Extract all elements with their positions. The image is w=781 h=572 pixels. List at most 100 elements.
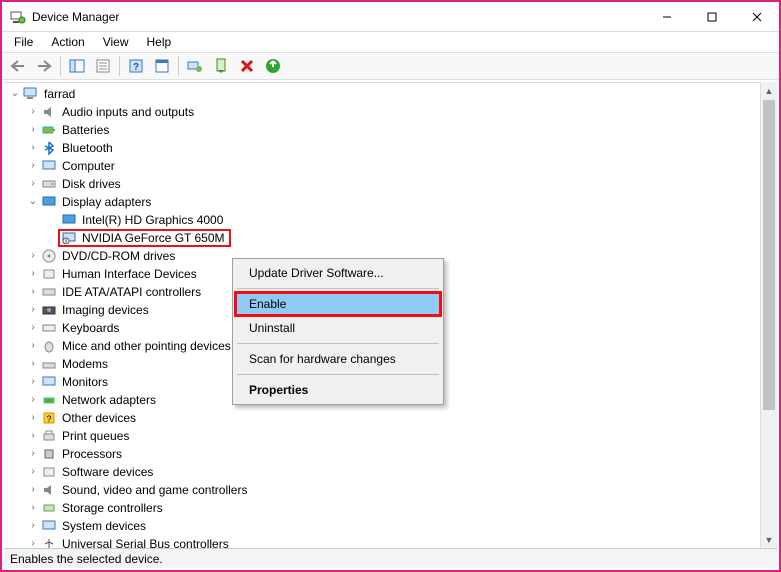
tree-item-other[interactable]: › ? Other devices [4, 409, 777, 427]
battery-icon [40, 122, 58, 138]
other-icon: ? [40, 410, 58, 426]
expand-icon[interactable]: › [26, 319, 40, 337]
computer-icon [40, 158, 58, 174]
cpu-icon [40, 446, 58, 462]
display-adapter-disabled-icon [60, 230, 78, 246]
network-icon [40, 392, 58, 408]
expand-icon[interactable]: › [26, 103, 40, 121]
tree-item-disk-drives[interactable]: › Disk drives [4, 175, 777, 193]
collapse-icon[interactable]: ⌄ [8, 85, 22, 103]
expand-icon[interactable]: › [26, 517, 40, 535]
context-menu: Update Driver Software... Enable Uninsta… [232, 258, 444, 405]
menu-file[interactable]: File [6, 33, 41, 51]
mouse-icon [40, 338, 58, 354]
tree-item-software[interactable]: › Software devices [4, 463, 777, 481]
scroll-down-button[interactable]: ▼ [761, 531, 777, 548]
tree-item-display-adapters[interactable]: ⌄ Display adapters [4, 193, 777, 211]
help-button[interactable]: ? [124, 54, 148, 78]
update-driver-button[interactable] [183, 54, 207, 78]
expand-icon[interactable]: › [26, 445, 40, 463]
menu-view[interactable]: View [95, 33, 137, 51]
scroll-thumb[interactable] [763, 100, 775, 410]
menu-action[interactable]: Action [43, 33, 92, 51]
properties-button[interactable] [91, 54, 115, 78]
window-title: Device Manager [32, 10, 644, 24]
maximize-button[interactable] [689, 2, 734, 31]
vertical-scrollbar[interactable]: ▲ ▼ [760, 82, 777, 548]
svg-text:?: ? [46, 414, 51, 424]
scroll-up-button[interactable]: ▲ [761, 82, 777, 99]
minimize-button[interactable] [644, 2, 689, 31]
titlebar: Device Manager [2, 2, 779, 32]
modem-icon [40, 356, 58, 372]
forward-button[interactable] [32, 54, 56, 78]
ctx-scan[interactable]: Scan for hardware changes [235, 347, 441, 371]
show-hide-tree-button[interactable] [65, 54, 89, 78]
tree-item-bluetooth[interactable]: › Bluetooth [4, 139, 777, 157]
imaging-icon [40, 302, 58, 318]
toolbar: ? [2, 52, 779, 80]
expand-icon[interactable]: › [26, 283, 40, 301]
expand-icon[interactable]: › [26, 301, 40, 319]
menu-help[interactable]: Help [139, 33, 180, 51]
ide-icon [40, 284, 58, 300]
expand-icon[interactable]: › [26, 481, 40, 499]
printer-icon [40, 428, 58, 444]
selected-device-highlight: NVIDIA GeForce GT 650M [58, 229, 231, 247]
tree-item-batteries[interactable]: › Batteries [4, 121, 777, 139]
tree-item-computer[interactable]: › Computer [4, 157, 777, 175]
tree-item-processors[interactable]: › Processors [4, 445, 777, 463]
expand-icon[interactable]: › [26, 427, 40, 445]
expand-icon[interactable]: › [26, 535, 40, 548]
tree-item-usb[interactable]: › Universal Serial Bus controllers [4, 535, 777, 548]
disk-icon [40, 176, 58, 192]
computer-icon [22, 86, 40, 102]
audio-icon [40, 104, 58, 120]
expand-icon[interactable]: › [26, 373, 40, 391]
svg-text:?: ? [133, 62, 139, 73]
display-adapter-icon [40, 194, 58, 210]
expand-icon[interactable]: › [26, 391, 40, 409]
tree-root[interactable]: ⌄ farrad [4, 85, 777, 103]
ctx-enable[interactable]: Enable [235, 292, 441, 316]
expand-icon[interactable]: › [26, 121, 40, 139]
uninstall-button[interactable] [235, 54, 259, 78]
close-button[interactable] [734, 2, 779, 31]
tree-item-nvidia[interactable]: › NVIDIA GeForce GT 650M [4, 229, 777, 247]
expand-icon[interactable]: › [26, 157, 40, 175]
tree-item-sound[interactable]: › Sound, video and game controllers [4, 481, 777, 499]
expand-icon[interactable]: › [26, 463, 40, 481]
expand-icon[interactable]: › [26, 265, 40, 283]
expand-icon[interactable]: › [26, 355, 40, 373]
back-button[interactable] [6, 54, 30, 78]
expand-icon[interactable]: › [26, 247, 40, 265]
root-label: farrad [42, 85, 77, 103]
storage-icon [40, 500, 58, 516]
tree-item-system[interactable]: › System devices [4, 517, 777, 535]
scan-hardware-button[interactable] [261, 54, 285, 78]
bluetooth-icon [40, 140, 58, 156]
hid-icon [40, 266, 58, 282]
tree-item-print-queues[interactable]: › Print queues [4, 427, 777, 445]
expand-icon[interactable]: › [26, 499, 40, 517]
expand-icon[interactable]: › [26, 139, 40, 157]
ctx-properties[interactable]: Properties [235, 378, 441, 402]
tree-item-audio[interactable]: › Audio inputs and outputs [4, 103, 777, 121]
enable-device-button[interactable] [209, 54, 233, 78]
collapse-icon[interactable]: ⌄ [26, 193, 40, 211]
system-icon [40, 518, 58, 534]
action-button[interactable] [150, 54, 174, 78]
ctx-uninstall[interactable]: Uninstall [235, 316, 441, 340]
software-icon [40, 464, 58, 480]
keyboard-icon [40, 320, 58, 336]
tree-item-storage[interactable]: › Storage controllers [4, 499, 777, 517]
ctx-update-driver[interactable]: Update Driver Software... [235, 261, 441, 285]
menubar: File Action View Help [2, 32, 779, 52]
tree-item-intel-hd[interactable]: › Intel(R) HD Graphics 4000 [4, 211, 777, 229]
expand-icon[interactable]: › [26, 337, 40, 355]
app-icon [10, 9, 26, 25]
expand-icon[interactable]: › [26, 409, 40, 427]
usb-icon [40, 536, 58, 548]
expand-icon[interactable]: › [26, 175, 40, 193]
dvd-icon [40, 248, 58, 264]
